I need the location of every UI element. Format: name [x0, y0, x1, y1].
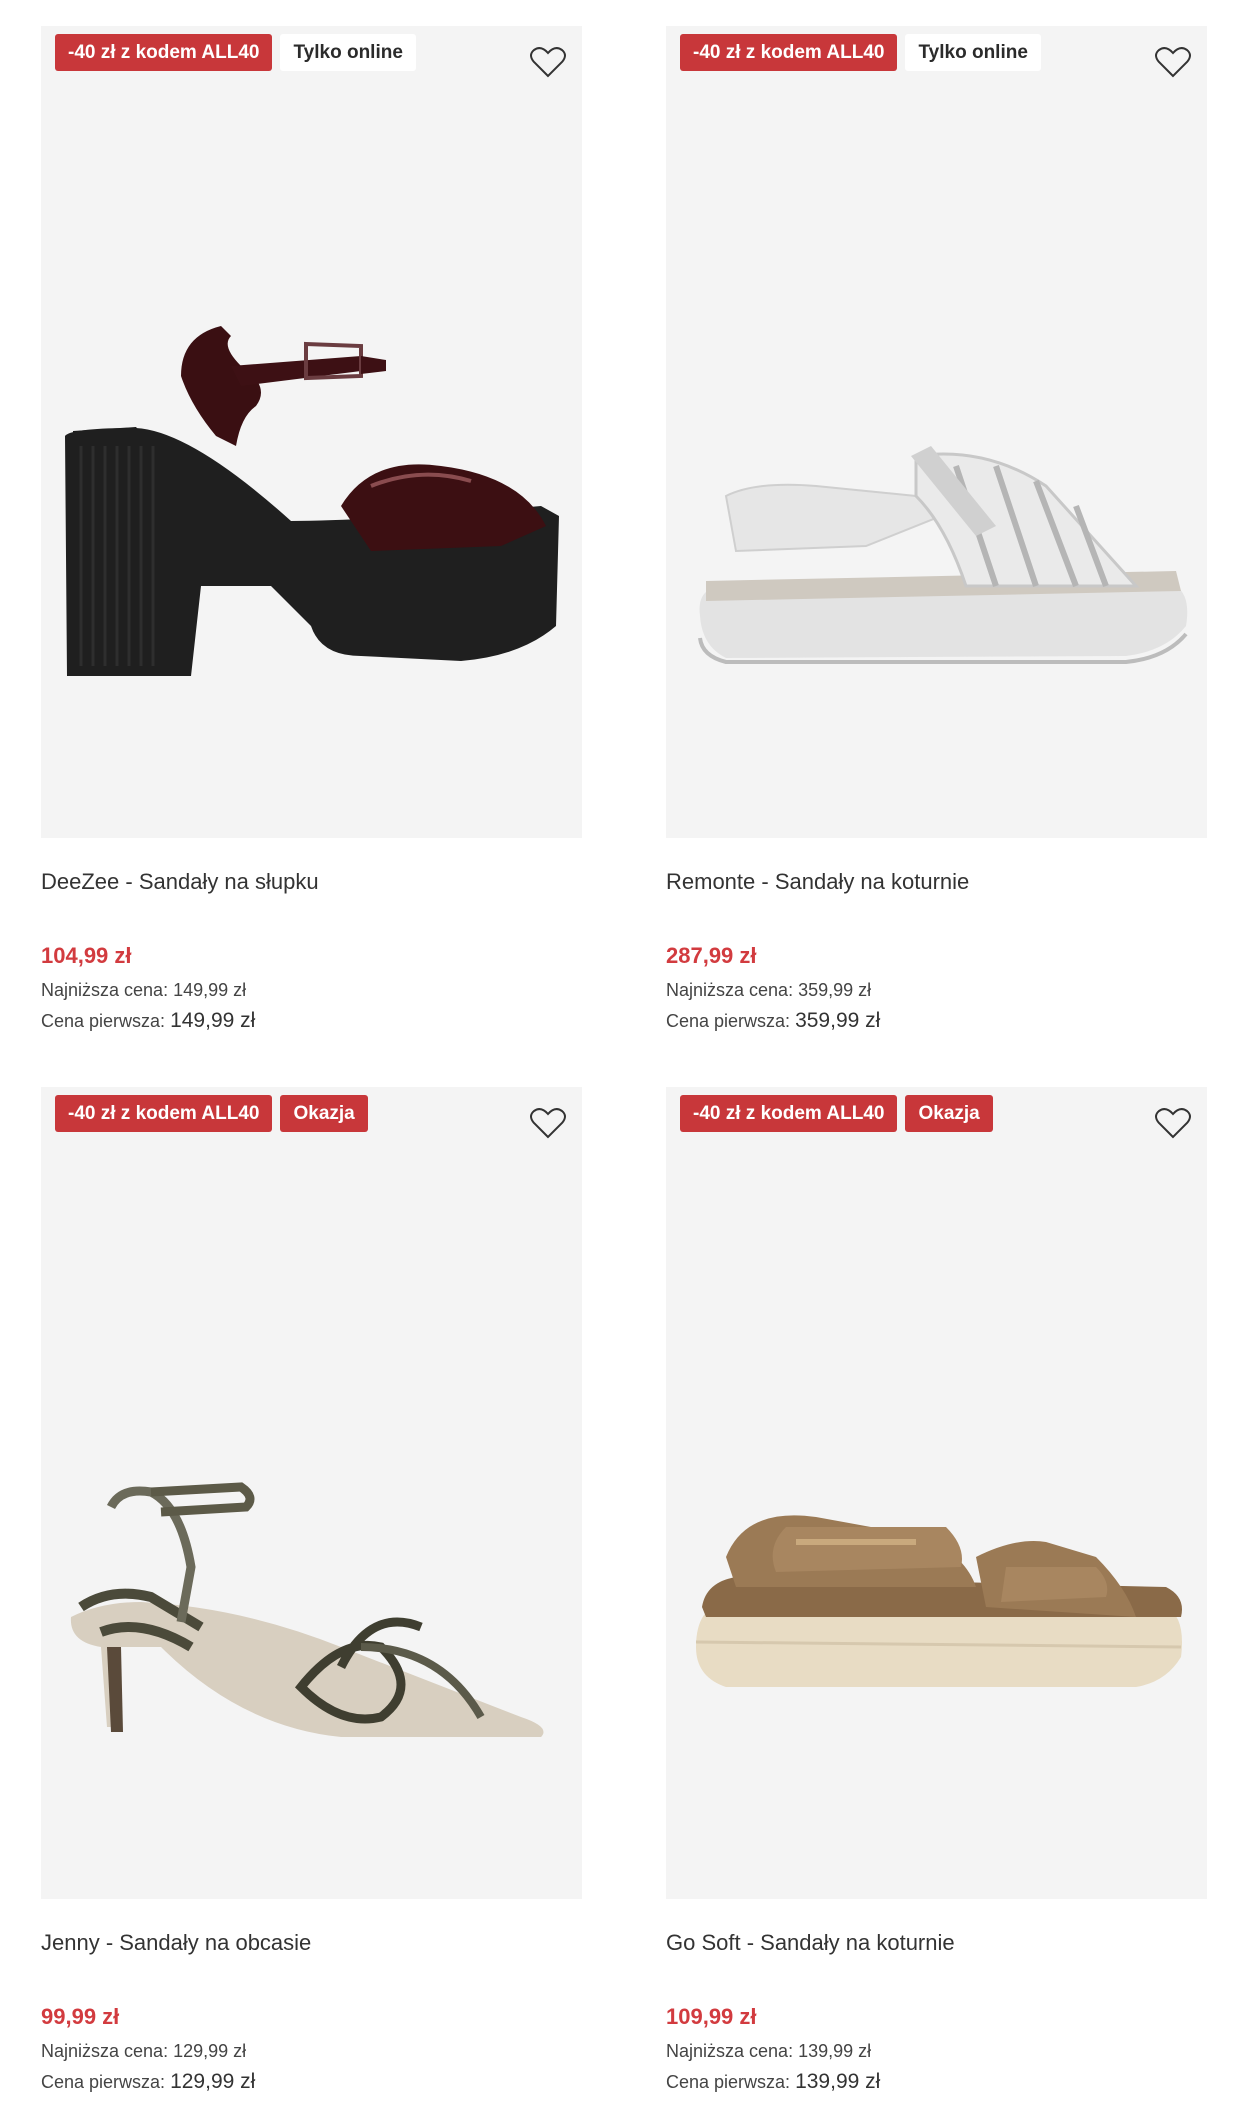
product-name[interactable]: Remonte - Sandały na koturnie: [666, 869, 969, 895]
lowest-price: Najniższa cena: 129,99 zł: [41, 2041, 246, 2062]
lowest-price-value: 129,99 zł: [173, 2041, 247, 2061]
product-name[interactable]: Jenny - Sandały na obcasie: [41, 1930, 311, 1956]
product-badges: -40 zł z kodem ALL40 Tylko online: [680, 34, 1041, 71]
wishlist-heart-icon[interactable]: [1153, 1103, 1193, 1143]
product-badges: -40 zł z kodem ALL40 Tylko online: [55, 34, 416, 71]
product-image[interactable]: -40 zł z kodem ALL40 Okazja: [41, 1087, 582, 1899]
product-badges: -40 zł z kodem ALL40 Okazja: [55, 1095, 368, 1132]
lowest-price-value: 359,99 zł: [798, 980, 872, 1000]
product-price: 99,99 zł: [41, 2004, 120, 2029]
first-price-value: 149,99 zł: [170, 1009, 256, 1032]
product-image[interactable]: -40 zł z kodem ALL40 Okazja: [666, 1087, 1207, 1899]
first-price: Cena pierwsza: 149,99 zł: [41, 1009, 255, 1033]
online-only-badge: Tylko online: [905, 34, 1041, 71]
first-price-label: Cena pierwsza:: [41, 2072, 166, 2092]
first-price-value: 129,99 zł: [170, 2070, 256, 2093]
kitten-heel-sandal-image: [70, 1482, 544, 1737]
wedge-sandal-image: [698, 446, 1188, 664]
promo-code-badge: -40 zł z kodem ALL40: [55, 1095, 273, 1132]
lowest-price-label: Najniższa cena:: [666, 2041, 794, 2061]
product-card[interactable]: -40 zł z kodem ALL40 Okazja Jenny - Sand…: [41, 1087, 582, 2093]
lowest-price: Najniższa cena: 139,99 zł: [666, 2041, 871, 2062]
first-price-label: Cena pierwsza:: [41, 1011, 166, 1031]
first-price: Cena pierwsza: 139,99 zł: [666, 2070, 880, 2094]
product-card[interactable]: -40 zł z kodem ALL40 Okazja Go Soft - Sa…: [666, 1087, 1207, 2093]
product-price: 104,99 zł: [41, 943, 132, 968]
lowest-price-value: 149,99 zł: [173, 980, 247, 1000]
first-price: Cena pierwsza: 359,99 zł: [666, 1009, 880, 1033]
online-only-badge: Tylko online: [280, 34, 416, 71]
product-image[interactable]: -40 zł z kodem ALL40 Tylko online: [41, 26, 582, 838]
first-price: Cena pierwsza: 129,99 zł: [41, 2070, 255, 2094]
first-price-label: Cena pierwsza:: [666, 2072, 791, 2092]
lowest-price-label: Najniższa cena:: [41, 980, 169, 1000]
deal-badge: Okazja: [280, 1095, 368, 1132]
lowest-price: Najniższa cena: 149,99 zł: [41, 980, 246, 1001]
lowest-price-label: Najniższa cena:: [666, 980, 794, 1000]
lowest-price-value: 139,99 zł: [798, 2041, 872, 2061]
velcro-wedge-sandal-image: [695, 1515, 1182, 1687]
first-price-value: 139,99 zł: [795, 2070, 881, 2093]
first-price-value: 359,99 zł: [795, 1009, 881, 1032]
promo-code-badge: -40 zł z kodem ALL40: [680, 1095, 898, 1132]
promo-code-badge: -40 zł z kodem ALL40: [55, 34, 273, 71]
product-name[interactable]: DeeZee - Sandały na słupku: [41, 869, 319, 895]
product-name[interactable]: Go Soft - Sandały na koturnie: [666, 1930, 955, 1956]
lowest-price: Najniższa cena: 359,99 zł: [666, 980, 871, 1001]
product-card[interactable]: -40 zł z kodem ALL40 Tylko online Remont…: [666, 26, 1207, 1032]
product-image[interactable]: -40 zł z kodem ALL40 Tylko online: [666, 26, 1207, 838]
wishlist-heart-icon[interactable]: [528, 1103, 568, 1143]
lowest-price-label: Najniższa cena:: [41, 2041, 169, 2061]
promo-code-badge: -40 zł z kodem ALL40: [680, 34, 898, 71]
product-card[interactable]: -40 zł z kodem ALL40 Tylko online DeeZee…: [41, 26, 582, 1032]
wishlist-heart-icon[interactable]: [528, 42, 568, 82]
product-price: 287,99 zł: [666, 943, 757, 968]
deal-badge: Okazja: [905, 1095, 993, 1132]
platform-sandal-image: [65, 326, 559, 676]
wishlist-heart-icon[interactable]: [1153, 42, 1193, 82]
first-price-label: Cena pierwsza:: [666, 1011, 791, 1031]
product-badges: -40 zł z kodem ALL40 Okazja: [680, 1095, 993, 1132]
product-price: 109,99 zł: [666, 2004, 757, 2029]
